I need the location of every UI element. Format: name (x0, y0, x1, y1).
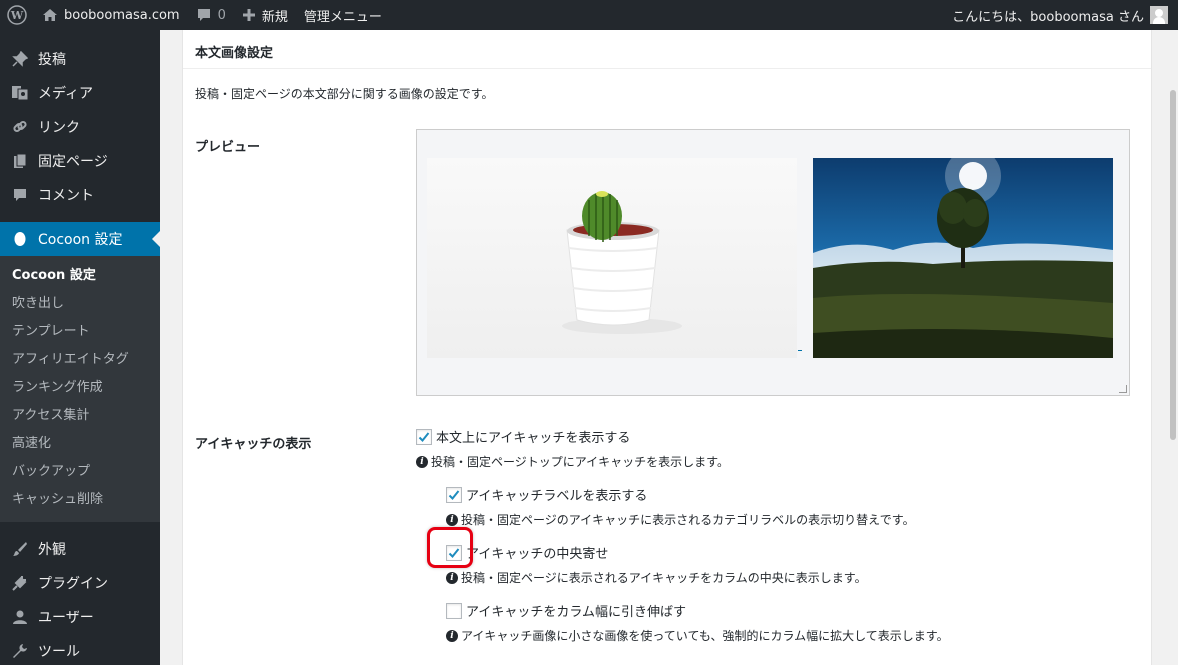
menu-label: Cocoon 設定 (38, 232, 123, 248)
admin-menu-label: 管理メニュー (303, 9, 382, 25)
page-scrollbar[interactable] (1168, 30, 1178, 665)
info-icon: i (446, 571, 458, 584)
new-label: 新規 (261, 9, 288, 25)
hint-show-label: i 投稿・固定ページのアイキャッチに表示されるカテゴリラベルの表示切り替えです。 (446, 511, 915, 528)
hint-center-eyecatch: i 投稿・固定ページに表示されるアイキャッチをカラムの中央に表示します。 (446, 569, 867, 586)
admin-bar: W booboomasa.com 0 新規 管理メニュー こんにちは、boobo… (0, 0, 1178, 30)
comment-icon (10, 185, 30, 205)
cocoon-submenu: Cocoon 設定 吹き出し テンプレート アフィリエイトタグ ランキング作成 … (0, 256, 160, 522)
wrench-icon (10, 641, 30, 661)
cactus-image (427, 158, 797, 358)
preview-label: プレビュー (195, 140, 261, 155)
option-label: 本文上にアイキャッチを表示する (436, 431, 631, 446)
avatar (1150, 6, 1168, 24)
info-icon: i (416, 455, 428, 468)
hint-text: アイキャッチ画像に小さな画像を使っていても、強制的にカラム幅に拡大して表示します… (461, 629, 949, 643)
settings-panel: 本文画像設定 投稿・固定ページの本文部分に関する画像の設定です。 プレビュー ア… (182, 30, 1152, 665)
menu-label: プラグイン (38, 576, 108, 592)
brush-icon (10, 539, 30, 559)
cocoon-icon (10, 229, 30, 249)
option-show-eyecatch[interactable]: 本文上にアイキャッチを表示する (416, 427, 630, 446)
menu-label: 投稿 (38, 52, 66, 68)
info-icon: i (446, 513, 458, 526)
info-icon: i (446, 629, 458, 642)
submenu-item-template[interactable]: テンプレート (0, 318, 160, 346)
comments-count: 0 (217, 7, 226, 23)
submenu-item-affiliate-tag[interactable]: アフィリエイトタグ (0, 346, 160, 374)
admin-sidebar: 投稿 メディア リンク 固定ページ コメント Cocoon 設定 Cocoon … (0, 30, 160, 665)
image-preview (416, 129, 1130, 396)
submenu-item-cocoon-settings[interactable]: Cocoon 設定 (0, 262, 160, 290)
menu-item-cocoon-settings[interactable]: Cocoon 設定 (0, 222, 160, 256)
menu-label: ユーザー (38, 610, 94, 626)
account-link[interactable]: こんにちは、booboomasa さん (944, 0, 1178, 30)
menu-label: 固定ページ (38, 154, 108, 170)
hint-stretch-eyecatch: i アイキャッチ画像に小さな画像を使っていても、強制的にカラム幅に拡大して表示し… (446, 627, 949, 644)
menu-label: ツール (38, 644, 80, 660)
menu-label: コメント (38, 188, 94, 204)
scrollbar-thumb[interactable] (1170, 90, 1176, 440)
menu-item-posts[interactable]: 投稿 (0, 42, 160, 76)
option-label: アイキャッチの中央寄せ (466, 547, 609, 562)
checkbox-stretch-eyecatch[interactable] (446, 602, 462, 619)
plus-icon (242, 8, 256, 22)
menu-item-comments[interactable]: コメント (0, 178, 160, 212)
wordpress-logo-icon[interactable]: W (0, 0, 34, 30)
option-stretch-eyecatch[interactable]: アイキャッチをカラム幅に引き伸ばす (446, 601, 686, 620)
submenu-item-access-count[interactable]: アクセス集計 (0, 402, 160, 430)
media-icon (10, 83, 30, 103)
tree-image (813, 158, 1113, 358)
menu-item-appearance[interactable]: 外観 (0, 532, 160, 566)
highlight-annotation (427, 527, 473, 568)
resize-handle[interactable] (1119, 385, 1127, 393)
menu-label: 外観 (38, 542, 66, 558)
home-icon (42, 8, 58, 22)
main-content: 本文画像設定 投稿・固定ページの本文部分に関する画像の設定です。 プレビュー ア… (160, 30, 1168, 665)
pin-icon (10, 49, 30, 69)
submenu-item-balloon[interactable]: 吹き出し (0, 290, 160, 318)
site-name-link[interactable]: booboomasa.com (34, 0, 188, 30)
option-label: アイキャッチをカラム幅に引き伸ばす (466, 605, 686, 620)
panel-description: 投稿・固定ページの本文部分に関する画像の設定です。 (195, 87, 494, 101)
submenu-item-cache-delete[interactable]: キャッシュ削除 (0, 486, 160, 514)
page-icon (10, 151, 30, 171)
checkbox-show-label[interactable] (446, 486, 462, 503)
menu-item-pages[interactable]: 固定ページ (0, 144, 160, 178)
menu-item-media[interactable]: メディア (0, 76, 160, 110)
hint-show-eyecatch: i 投稿・固定ページトップにアイキャッチを表示します。 (416, 453, 729, 470)
submenu-item-backup[interactable]: バックアップ (0, 458, 160, 486)
eyecatch-label: アイキャッチの表示 (195, 437, 312, 452)
panel-title: 本文画像設定 (183, 30, 1151, 69)
submenu-item-speedup[interactable]: 高速化 (0, 430, 160, 458)
menu-label: メディア (38, 86, 94, 102)
submenu-item-ranking[interactable]: ランキング作成 (0, 374, 160, 402)
hint-text: 投稿・固定ページに表示されるアイキャッチをカラムの中央に表示します。 (461, 571, 867, 585)
preview-link-underline[interactable] (798, 350, 802, 351)
link-icon (10, 117, 30, 137)
svg-text:W: W (10, 9, 24, 22)
checkbox-show-eyecatch[interactable] (416, 428, 432, 445)
admin-menu-link[interactable]: 管理メニュー (296, 0, 390, 30)
new-content-link[interactable]: 新規 (234, 0, 296, 30)
site-name: booboomasa.com (64, 7, 180, 23)
menu-label: リンク (38, 120, 80, 136)
hint-text: 投稿・固定ページのアイキャッチに表示されるカテゴリラベルの表示切り替えです。 (461, 513, 915, 527)
hint-text: 投稿・固定ページトップにアイキャッチを表示します。 (431, 455, 729, 469)
menu-item-links[interactable]: リンク (0, 110, 160, 144)
menu-item-tools[interactable]: ツール (0, 634, 160, 665)
option-show-label[interactable]: アイキャッチラベルを表示する (446, 485, 647, 504)
option-label: アイキャッチラベルを表示する (466, 489, 648, 504)
comment-icon (196, 7, 212, 23)
menu-item-plugins[interactable]: プラグイン (0, 566, 160, 600)
comments-link[interactable]: 0 (188, 0, 234, 30)
plugin-icon (10, 573, 30, 593)
greeting: こんにちは、booboomasa さん (952, 9, 1144, 25)
user-icon (10, 607, 30, 627)
menu-item-users[interactable]: ユーザー (0, 600, 160, 634)
